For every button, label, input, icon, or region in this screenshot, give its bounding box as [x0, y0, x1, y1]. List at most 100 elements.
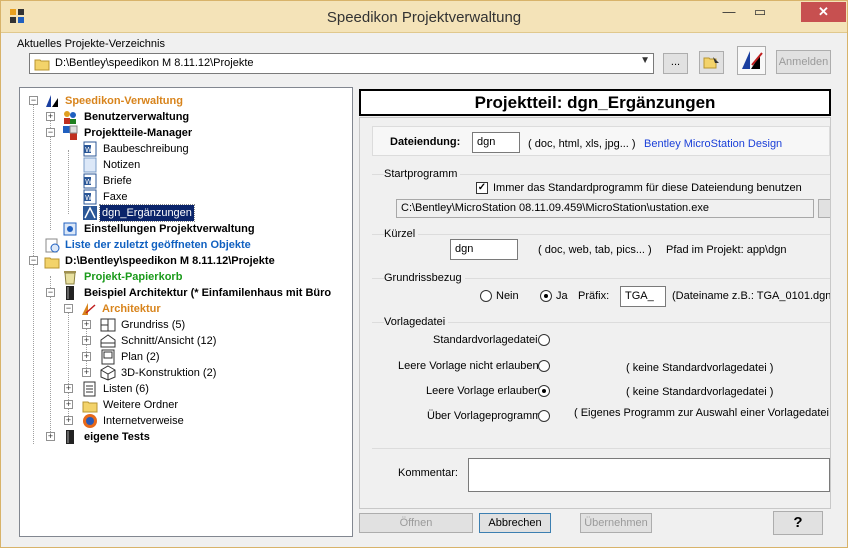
grundriss-nein-radio[interactable]	[480, 290, 492, 302]
tree-label: Grundriss (5)	[121, 319, 186, 331]
expand-toggle[interactable]: +	[64, 384, 73, 393]
folder-open-icon	[703, 57, 719, 69]
app-window: Speedikon Projektverwaltung — ▭ ✕ Aktuel…	[0, 0, 848, 548]
tree-item-beispiel-architektur[interactable]: − Beispiel Architektur (* Einfamilenhaus…	[20, 285, 352, 301]
tree-item-einstellungen[interactable]: Einstellungen Projektverwaltung	[20, 221, 350, 237]
tree-label: Projekt-Papierkorb	[84, 271, 183, 283]
praefix-hint: (Dateiname z.B.: TGA_0101.dgn	[672, 290, 831, 302]
tree-item-architektur[interactable]: − Architektur	[20, 301, 350, 317]
collapse-toggle[interactable]: −	[64, 304, 73, 313]
svg-text:W: W	[85, 146, 92, 154]
kuerzel-path: Pfad im Projekt: app\dgn	[666, 244, 787, 256]
minimize-button[interactable]: —	[715, 2, 743, 22]
tree-item-benutzerverwaltung[interactable]: + Benutzerverwaltung	[20, 109, 350, 125]
vorlage-standard-label: Standardvorlagedatei	[433, 334, 538, 346]
expand-toggle[interactable]: +	[64, 416, 73, 425]
praefix-input[interactable]: TGA_	[620, 286, 666, 307]
cube-icon	[100, 365, 116, 381]
anmelden-button[interactable]: Anmelden	[776, 50, 831, 74]
kuerzel-input[interactable]: dgn	[450, 239, 518, 260]
vorlage-programm-radio[interactable]	[538, 410, 550, 422]
folder-icon	[82, 401, 98, 413]
speedikon-logo-button[interactable]	[737, 46, 766, 75]
recent-icon	[45, 238, 60, 253]
project-tree[interactable]: − Speedikon-Verwaltung + Benutzerverwalt…	[19, 87, 353, 537]
tree-label: Beispiel Architektur (* Einfamilenhaus m…	[84, 287, 332, 299]
collapse-toggle[interactable]: −	[46, 288, 55, 297]
vorlage-programm-label: Über Vorlageprogramm	[427, 410, 542, 422]
expand-toggle[interactable]: +	[82, 336, 91, 345]
tree-item-papierkorb[interactable]: Projekt-Papierkorb	[20, 269, 350, 285]
kommentar-label: Kommentar:	[398, 467, 458, 479]
panel-header: Projektteil: dgn_Ergänzungen	[359, 89, 831, 116]
directory-combo[interactable]: D:\Bentley\speedikon M 8.11.12\Projekte …	[29, 53, 654, 74]
tree-item-grundriss[interactable]: + Grundriss (5)	[20, 317, 350, 333]
tree-item-schnitt-ansicht[interactable]: + Schnitt/Ansicht (12)	[20, 333, 350, 349]
expand-toggle[interactable]: +	[64, 400, 73, 409]
dateiendung-description: Bentley MicroStation Design	[644, 138, 783, 150]
dateiendung-hint: ( doc, html, xls, jpg... )	[528, 138, 636, 150]
collapse-toggle[interactable]: −	[29, 256, 38, 265]
users-icon	[64, 111, 76, 124]
browse-program-button[interactable]	[818, 199, 830, 218]
tree-label: Benutzerverwaltung	[84, 111, 190, 123]
kommentar-textarea[interactable]	[468, 458, 830, 492]
standard-program-checkbox[interactable]: ✓	[476, 182, 488, 194]
tree-item-dgn-ergaenzungen[interactable]: dgn_Ergänzungen	[20, 204, 350, 222]
tree-label: Listen (6)	[103, 383, 149, 395]
plan-sheet-icon	[101, 349, 115, 365]
tree-label: Baubeschreibung	[103, 143, 189, 155]
expand-toggle[interactable]: +	[82, 352, 91, 361]
oeffnen-button[interactable]: Öffnen	[359, 513, 473, 533]
collapse-toggle[interactable]: −	[46, 128, 55, 137]
expand-toggle[interactable]: +	[82, 368, 91, 377]
tree-item-3d-konstruktion[interactable]: + 3D-Konstruktion (2)	[20, 365, 350, 381]
help-button[interactable]: ?	[773, 511, 823, 535]
svg-text:W: W	[85, 178, 92, 186]
open-folder-button[interactable]	[699, 51, 724, 74]
vorlage-nicht-hint: ( keine Standardvorlagedatei )	[626, 362, 774, 374]
praefix-label: Präfix:	[578, 290, 610, 302]
tree-item-briefe[interactable]: W Briefe	[20, 173, 350, 189]
tree-item-recent-objects[interactable]: Liste der zuletzt geöffneten Objekte	[20, 237, 350, 253]
uebernehmen-button[interactable]: Übernehmen	[580, 513, 652, 533]
abbrechen-button[interactable]: Abbrechen	[479, 513, 551, 533]
directory-label: Aktuelles Projekte-Verzeichnis	[17, 38, 165, 50]
chevron-down-icon[interactable]: ▼	[640, 55, 650, 66]
expand-toggle[interactable]: +	[46, 432, 55, 441]
startprogramm-title: Startprogramm	[384, 168, 461, 180]
collapse-toggle[interactable]: −	[29, 96, 38, 105]
tree-item-speedikon-verwaltung[interactable]: − Speedikon-Verwaltung	[20, 93, 350, 109]
speedikon-icon	[742, 51, 763, 69]
vorlage-standard-radio[interactable]	[538, 334, 550, 346]
vorlage-nicht-radio[interactable]	[538, 360, 550, 372]
vorlage-nicht-label: Leere Vorlage nicht erlauben	[398, 360, 539, 372]
tree-item-project-directory[interactable]: − D:\Bentley\speedikon M 8.11.12\Projekt…	[20, 253, 350, 269]
tree-item-baubeschreibung[interactable]: W Baubeschreibung	[20, 141, 350, 157]
expand-toggle[interactable]: +	[82, 320, 91, 329]
tree-item-faxe[interactable]: W Faxe	[20, 189, 350, 205]
project-book-icon	[66, 430, 74, 444]
expand-toggle[interactable]: +	[46, 112, 55, 121]
grundriss-ja-radio[interactable]	[540, 290, 552, 302]
tree-label: Faxe	[103, 191, 128, 203]
tree-item-projektteile-manager[interactable]: − Projektteile-Manager	[20, 125, 350, 141]
tree-item-plan[interactable]: + Plan (2)	[20, 349, 350, 365]
vorlagedatei-title: Vorlagedatei	[384, 316, 449, 328]
word-document-icon: W	[83, 173, 97, 189]
tree-item-internetverweise[interactable]: + Internetverweise	[20, 413, 350, 429]
tree-label: Einstellungen Projektverwaltung	[84, 223, 255, 235]
tree-item-listen[interactable]: + Listen (6)	[20, 381, 350, 397]
tree-item-weitere-ordner[interactable]: + Weitere Ordner	[20, 397, 350, 413]
tree-item-eigene-tests[interactable]: + eigene Tests	[20, 429, 350, 445]
components-icon	[63, 125, 78, 140]
folder-icon	[44, 257, 60, 269]
vorlage-erlauben-radio[interactable]	[538, 385, 550, 397]
browse-button[interactable]: ...	[663, 53, 688, 74]
dateiendung-input[interactable]: dgn	[472, 132, 520, 153]
section-view-icon	[100, 334, 116, 348]
close-button[interactable]: ✕	[801, 2, 846, 22]
tree-item-notizen[interactable]: Notizen	[20, 157, 350, 173]
startprogramm-path[interactable]: C:\Bentley\MicroStation 08.11.09.459\Mic…	[396, 199, 814, 218]
maximize-button[interactable]: ▭	[746, 2, 774, 22]
